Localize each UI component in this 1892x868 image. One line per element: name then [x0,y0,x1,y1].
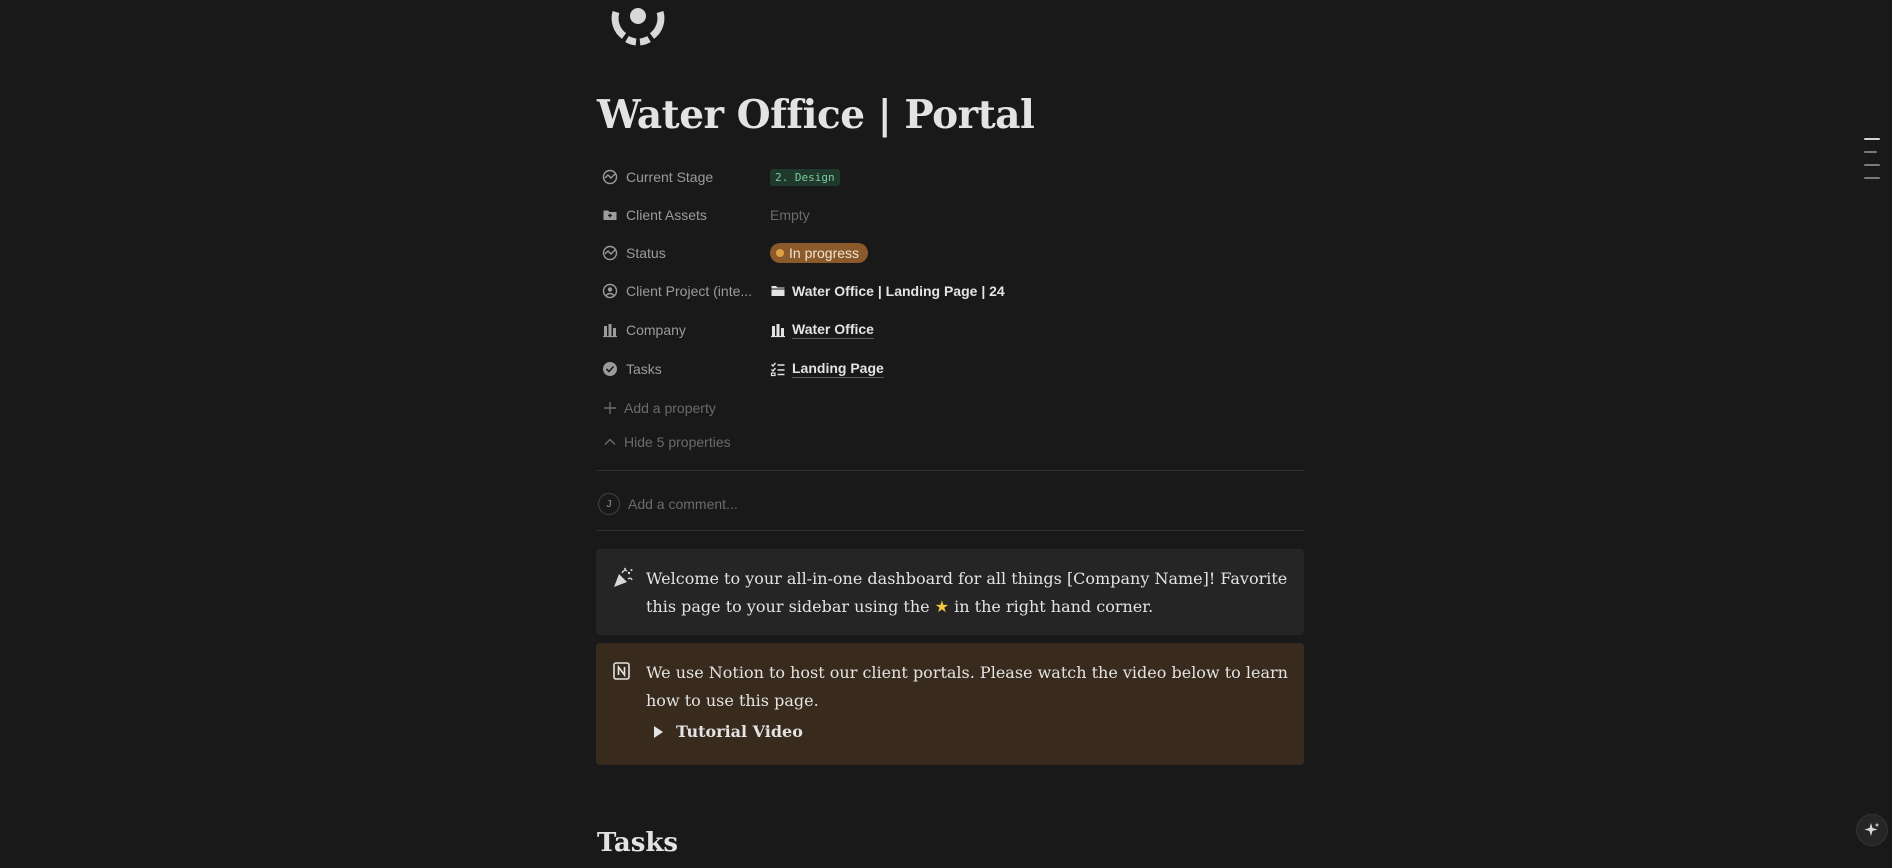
divider [596,470,1304,471]
property-value[interactable]: Landing Page [770,360,884,378]
property-name[interactable]: Company [596,315,770,345]
property-value[interactable]: Empty [770,207,810,223]
notion-info-callout[interactable]: We use Notion to host our client portals… [596,643,1304,765]
folder-icon [771,286,785,296]
add-property-button[interactable]: Add a property [596,395,716,421]
property-name[interactable]: Client Assets [596,200,770,230]
plus-icon [604,402,616,414]
property-current-stage[interactable]: Current Stage 2. Design [596,160,1304,194]
property-client-project[interactable]: Client Project (inte... Water Office | L… [596,274,1304,308]
building-icon [603,324,617,338]
toc-item[interactable] [1864,164,1880,166]
relation-link[interactable]: Water Office [770,321,874,339]
star-icon: ★ [934,597,950,616]
empty-value[interactable]: Empty [770,207,810,223]
folder-icon [603,210,617,220]
tasks-heading[interactable]: Tasks [597,828,678,858]
relation-link[interactable]: Landing Page [770,360,884,378]
property-name[interactable]: Client Project (inte... [596,276,770,306]
ai-assistant-button[interactable] [1856,814,1888,846]
person-circle-icon [602,283,618,299]
page-title[interactable]: Water Office | Portal [597,92,1035,138]
tutorial-video-toggle[interactable]: Tutorial Video [646,718,1288,746]
triangle-right-icon[interactable] [654,726,663,738]
toc-item[interactable] [1864,138,1880,140]
notion-page: Water Office | Portal Current Stage 2. D… [0,0,1892,868]
comment-input[interactable]: Add a comment... [628,496,738,512]
status-icon [602,169,618,185]
property-name[interactable]: Tasks [596,354,770,384]
stage-tag[interactable]: 2. Design [770,168,840,186]
avatar: J [598,493,620,515]
property-name[interactable]: Status [596,238,770,268]
party-popper-icon[interactable] [612,567,634,591]
property-company[interactable]: Company Water Office [596,313,1304,347]
callout-text[interactable]: Welcome to your all-in-one dashboard for… [646,565,1288,619]
status-dot [776,249,784,257]
property-status[interactable]: Status In progress [596,236,1304,270]
divider [596,530,1304,531]
property-value[interactable]: Water Office [770,321,874,339]
checklist-icon [770,362,785,377]
check-circle-icon [603,362,617,376]
relation-link[interactable]: Water Office | Landing Page | 24 [770,283,1005,299]
notion-logo-icon[interactable] [612,661,634,685]
chevron-up-icon [604,438,616,445]
property-value[interactable]: Water Office | Landing Page | 24 [770,283,1005,299]
property-value[interactable]: In progress [770,243,869,263]
dashboard-logo-icon[interactable] [608,0,668,50]
table-of-contents[interactable] [1864,138,1880,190]
sparkle-icon [1864,822,1880,836]
comment-bar[interactable]: J Add a comment... [598,491,738,517]
property-name[interactable]: Current Stage [596,162,770,192]
property-client-assets[interactable]: Client Assets Empty [596,198,1304,232]
status-badge[interactable]: In progress [770,243,869,263]
property-value[interactable]: 2. Design [770,168,840,186]
building-icon [771,324,785,338]
status-icon [602,245,618,261]
welcome-callout[interactable]: Welcome to your all-in-one dashboard for… [596,549,1304,635]
callout-text[interactable]: We use Notion to host our client portals… [646,659,1288,749]
property-tasks[interactable]: Tasks Landing Page [596,352,1304,386]
hide-properties-button[interactable]: Hide 5 properties [596,429,731,455]
toc-item[interactable] [1864,177,1880,179]
toc-item[interactable] [1864,151,1877,153]
